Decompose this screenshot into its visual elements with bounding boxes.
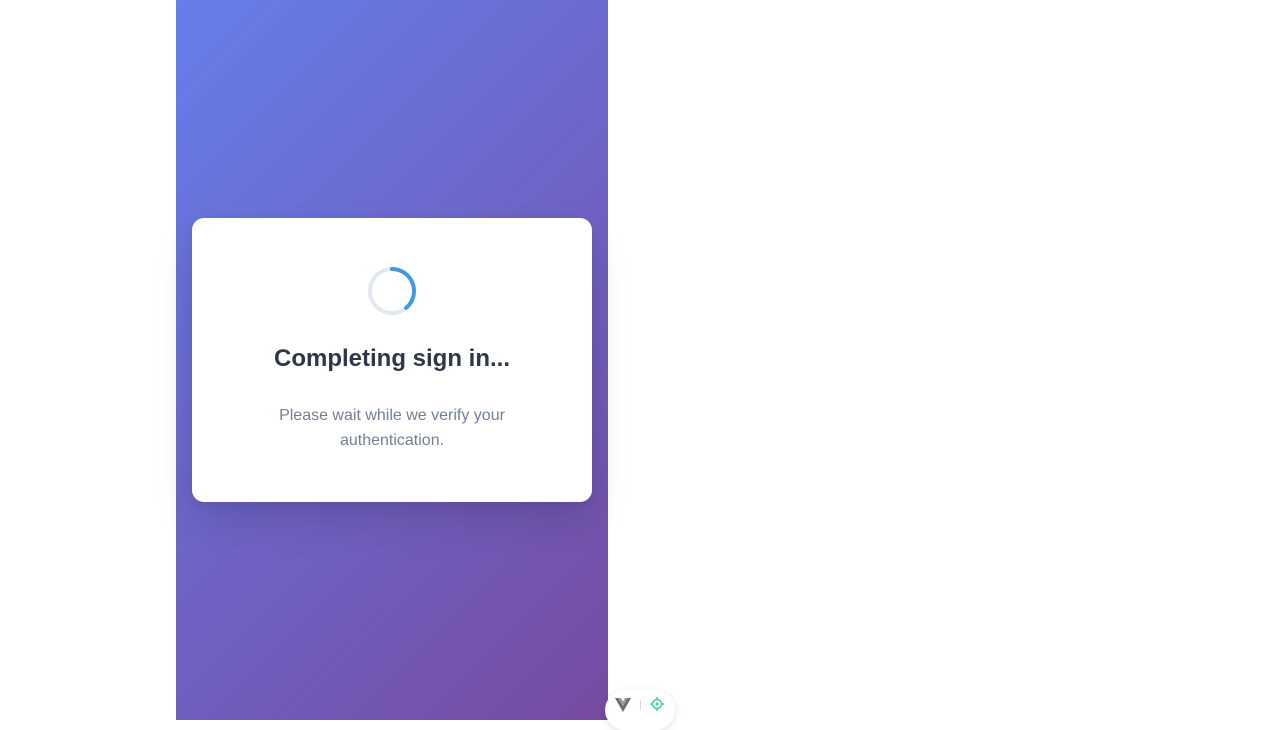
page-title: Completing sign in...	[274, 345, 510, 372]
status-message: Please wait while we verify your authent…	[279, 407, 505, 449]
devtools-toolbar[interactable]	[605, 690, 675, 730]
vue-logo-icon[interactable]	[615, 698, 631, 712]
auth-callback-card: Completing sign in... Please wait while …	[192, 218, 592, 502]
target-icon[interactable]	[650, 697, 664, 711]
auth-panel: Completing sign in... Please wait while …	[176, 0, 608, 720]
loading-spinner-icon	[368, 267, 417, 315]
toolbar-divider	[640, 700, 641, 710]
